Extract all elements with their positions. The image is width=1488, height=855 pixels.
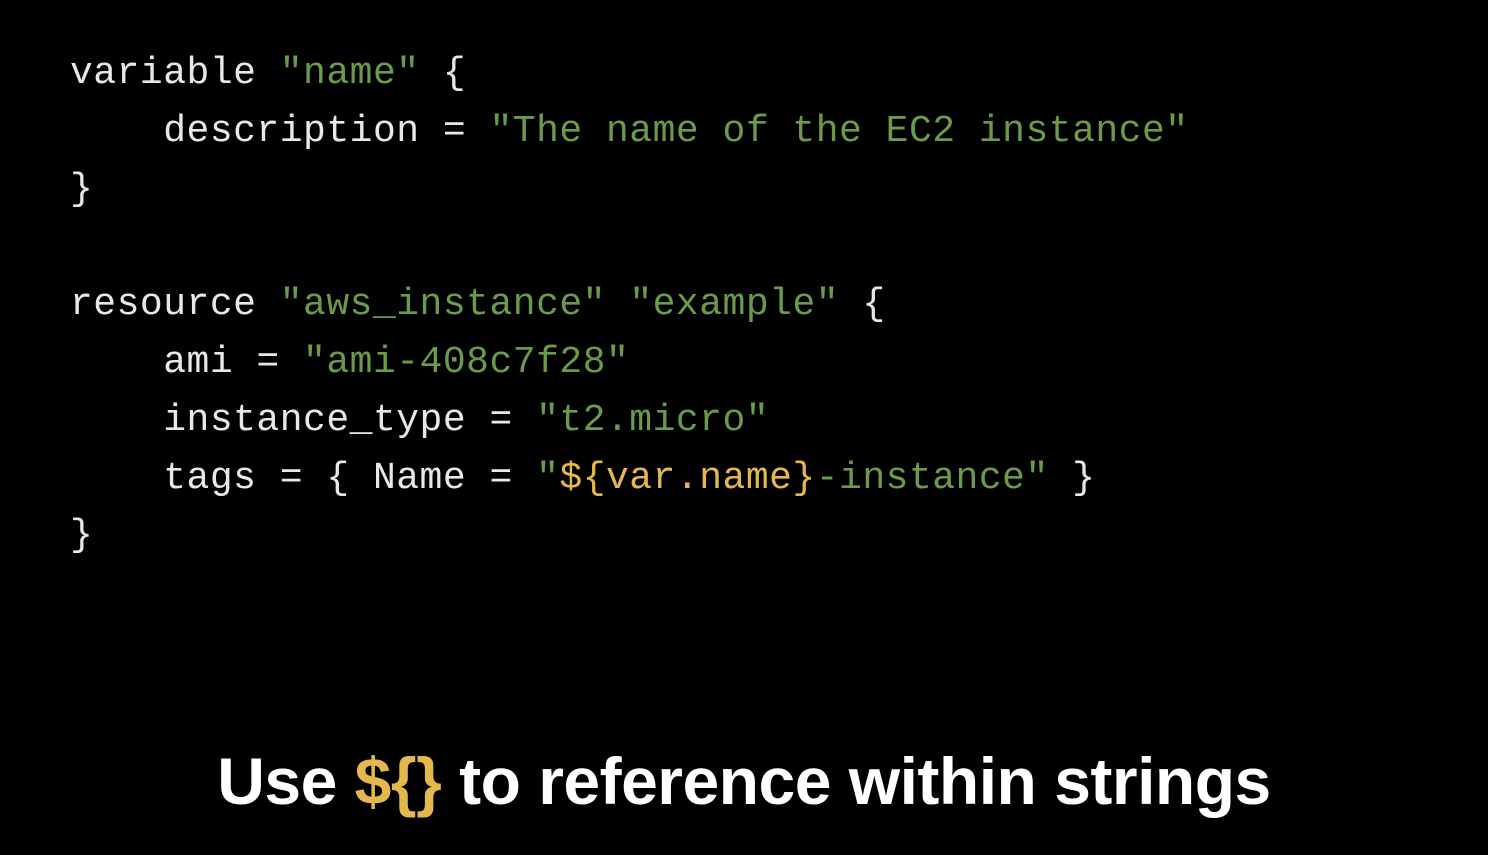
keyword-resource: resource	[70, 283, 280, 326]
brace-close: }	[70, 168, 93, 211]
code-block: variable "name" { description = "The nam…	[0, 0, 1488, 565]
brace-open: {	[420, 52, 467, 95]
caption-pre: Use	[217, 744, 354, 818]
code-line-4: resource "aws_instance" "example" {	[70, 276, 1418, 334]
slide-caption: Use ${} to reference within strings	[0, 743, 1488, 819]
indent	[70, 341, 163, 384]
string-quote-open: "	[536, 457, 559, 500]
code-line-8: }	[70, 507, 1418, 565]
keyword-variable: variable	[70, 52, 280, 95]
code-line-1: variable "name" {	[70, 45, 1418, 103]
string-suffix: -instance"	[816, 457, 1049, 500]
string-example: "example"	[629, 283, 839, 326]
indent	[70, 457, 163, 500]
string-ami-value: "ami-408c7f28"	[303, 341, 629, 384]
brace-open: {	[839, 283, 886, 326]
caption-post: to reference within strings	[441, 744, 1271, 818]
code-line-7: tags = { Name = "${var.name}-instance" }	[70, 450, 1418, 508]
code-line-2: description = "The name of the EC2 insta…	[70, 103, 1418, 161]
interpolation-var-name: ${var.name}	[559, 457, 815, 500]
attr-instance-type: instance_type =	[163, 399, 536, 442]
attr-ami: ami =	[163, 341, 303, 384]
string-description-value: "The name of the EC2 instance"	[489, 110, 1188, 153]
blank-line	[70, 218, 1418, 276]
space	[606, 283, 629, 326]
indent	[70, 399, 163, 442]
string-name: "name"	[280, 52, 420, 95]
string-aws-instance: "aws_instance"	[280, 283, 606, 326]
attr-tags: tags = { Name =	[163, 457, 536, 500]
code-line-6: instance_type = "t2.micro"	[70, 392, 1418, 450]
attr-description: description =	[163, 110, 489, 153]
indent	[70, 110, 163, 153]
string-instance-type-value: "t2.micro"	[536, 399, 769, 442]
code-line-3: }	[70, 161, 1418, 219]
code-line-5: ami = "ami-408c7f28"	[70, 334, 1418, 392]
brace-close-inline: }	[1049, 457, 1096, 500]
brace-close: }	[70, 514, 93, 557]
caption-highlight: ${}	[355, 744, 442, 818]
